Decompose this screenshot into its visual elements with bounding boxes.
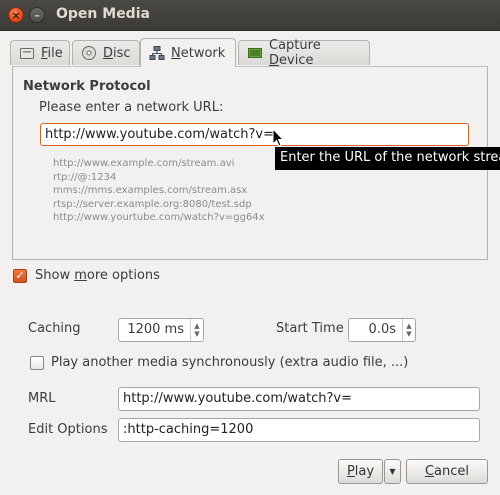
- mrl-label: MRL: [28, 391, 56, 406]
- capture-device-icon: [247, 45, 263, 61]
- mouse-pointer-icon: [272, 128, 284, 147]
- start-time-stepper[interactable]: ▲ ▼: [402, 319, 415, 341]
- caching-stepper[interactable]: ▲ ▼: [190, 319, 203, 341]
- tab-capture-label-pre: Capture: [269, 38, 321, 53]
- example-url: rtsp://server.example.org:8080/test.sdp: [53, 198, 252, 210]
- cancel-button[interactable]: Cancel: [406, 459, 488, 484]
- chevron-down-icon[interactable]: ▼: [194, 330, 199, 338]
- play-dropdown-button[interactable]: ▼: [384, 459, 401, 484]
- network-url-input[interactable]: [40, 123, 469, 146]
- chevron-down-icon: ▼: [389, 467, 396, 476]
- play-button[interactable]: Play: [338, 459, 383, 484]
- start-time-value: 0.0s: [368, 322, 396, 337]
- network-icon: [149, 45, 165, 61]
- caching-spinbox[interactable]: 1200 ms ▲ ▼: [118, 318, 204, 342]
- minimize-window-button[interactable]: –: [29, 7, 45, 23]
- tab-file[interactable]: File: [10, 40, 70, 65]
- example-url: rtp://@:1234: [53, 171, 117, 183]
- caching-label: Caching: [28, 321, 81, 336]
- start-time-spinbox[interactable]: 0.0s ▲ ▼: [348, 318, 416, 342]
- tab-network-label-mnemonic: N: [171, 45, 181, 61]
- example-url: http://www.yourtube.com/watch?v=gg64x: [53, 212, 265, 224]
- tab-disc-label-mnemonic: D: [103, 45, 114, 61]
- section-title: Network Protocol: [23, 79, 151, 94]
- tab-network[interactable]: Network: [140, 38, 236, 67]
- show-more-options-checkbox[interactable]: ✓: [13, 269, 27, 283]
- close-window-button[interactable]: ×: [8, 7, 24, 23]
- tab-disc-label: isc: [113, 45, 131, 61]
- chevron-up-icon[interactable]: ▲: [406, 322, 411, 330]
- url-tooltip: Enter the URL of the network stream: [275, 147, 500, 170]
- tab-file-label: ile: [47, 45, 63, 61]
- example-url: http://www.example.com/stream.avi: [53, 158, 235, 169]
- edit-options-label: Edit Options: [28, 422, 108, 437]
- url-examples: http://www.example.com/stream.avi rtp://…: [53, 157, 265, 225]
- file-icon: [19, 45, 35, 61]
- show-more-options-label[interactable]: Show more options: [35, 268, 160, 283]
- tab-network-label: etwork: [180, 45, 226, 61]
- tab-disc[interactable]: Disc: [72, 40, 140, 65]
- start-time-label: Start Time: [276, 321, 344, 336]
- title-bar: × – Open Media: [0, 0, 500, 31]
- url-prompt: Please enter a network URL:: [39, 100, 224, 115]
- mrl-field[interactable]: http://www.youtube.com/watch?v=: [118, 387, 480, 411]
- chevron-down-icon[interactable]: ▼: [406, 330, 411, 338]
- edit-options-field[interactable]: :http-caching=1200: [118, 418, 480, 442]
- play-another-media-checkbox[interactable]: [30, 356, 44, 370]
- disc-icon: [81, 45, 97, 61]
- window-title: Open Media: [56, 6, 150, 22]
- tab-capture-device[interactable]: Capture Device: [238, 38, 370, 68]
- caching-value: 1200 ms: [127, 322, 184, 337]
- chevron-up-icon[interactable]: ▲: [194, 322, 199, 330]
- play-another-media-label[interactable]: Play another media synchronously (extra …: [51, 355, 408, 370]
- example-url: mms://mms.examples.com/stream.asx: [53, 185, 248, 197]
